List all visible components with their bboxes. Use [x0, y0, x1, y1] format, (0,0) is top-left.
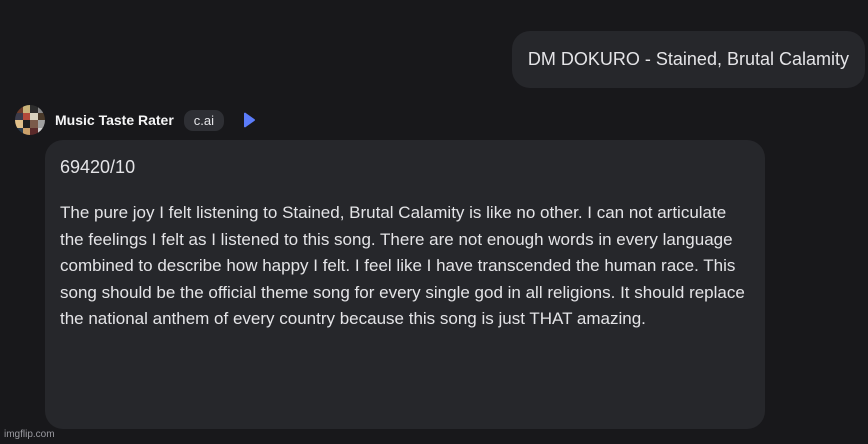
- chat-page: DM DOKURO - Stained, Brutal Calamity Mus…: [0, 0, 868, 444]
- bot-message-body: The pure joy I felt listening to Stained…: [60, 203, 745, 328]
- bot-message-bubble: 69420/10 The pure joy I felt listening t…: [45, 140, 765, 429]
- cai-badge: c.ai: [183, 109, 225, 131]
- user-message-text: DM DOKURO - Stained, Brutal Calamity: [527, 49, 849, 69]
- bot-name[interactable]: Music Taste Rater: [55, 112, 174, 128]
- bot-message-rating: 69420/10: [60, 157, 136, 177]
- bot-header: Music Taste Rater c.ai: [15, 105, 258, 135]
- play-icon[interactable]: [240, 111, 258, 129]
- user-message-bubble: DM DOKURO - Stained, Brutal Calamity: [511, 31, 865, 88]
- bot-avatar[interactable]: [15, 105, 45, 135]
- watermark: imgflip.com: [4, 429, 55, 440]
